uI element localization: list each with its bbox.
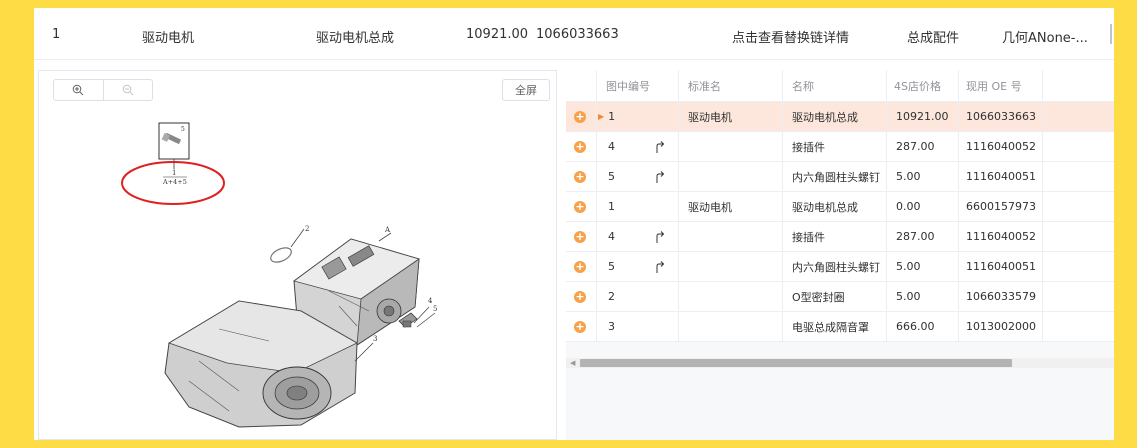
add-to-cart-icon[interactable]: + [574,260,586,273]
table-row[interactable]: +5 内六角圆柱头螺钉 5.00 1116040051 [566,162,1114,192]
label-part-3: 3 [373,335,377,343]
row-diagram-number: 1 [608,200,615,213]
row-standard-name: 驱动电机 [688,200,732,214]
row-oe-number: 6600157973 [966,200,1036,213]
row-oe-number: 1116040051 [966,170,1036,183]
row-name: 驱动电机总成 [792,200,858,214]
header-oe-number: 现用 OE 号 [966,79,1022,93]
add-to-cart-icon[interactable]: + [574,170,586,183]
row-name: 驱动电机总成 [792,110,858,124]
turn-up-arrow-icon[interactable] [654,140,666,154]
scroll-thumb[interactable] [580,359,1012,367]
scroll-left-icon[interactable]: ◀ [570,358,575,368]
turn-up-arrow-icon[interactable] [654,170,666,184]
parts-table-panel: 图中编号 标准名 名称 4S店价格 现用 OE 号 + ▶ 1 驱动电机 驱动电机总成 1… [566,70,1114,440]
label-part-5: 5 [433,305,437,313]
zoom-out-button[interactable] [102,80,153,100]
label-part-2: 2 [305,225,309,233]
summary-index: 1 [52,27,61,42]
summary-row[interactable]: 1 驱动电机 驱动电机总成 10921.00 1066033663 点击查看替换… [34,8,1114,60]
header-4s-price: 4S店价格 [894,79,941,93]
table-row[interactable]: + ▶ 1 驱动电机 驱动电机总成 10921.00 1066033663 [566,102,1114,132]
row-diagram-number: 4 [608,230,615,243]
header-standard-name: 标准名 [688,79,721,93]
row-price: 5.00 [896,290,921,303]
row-oe-number: 1116040051 [966,260,1036,273]
summary-brand: 几何ANone-... [1002,31,1088,46]
caret-right-icon: ▶ [598,112,605,121]
zoom-in-icon [72,84,84,96]
callout-index: 1 [172,169,176,177]
row-price: 287.00 [896,230,935,243]
row-price: 666.00 [896,320,935,333]
table-header: 图中编号 标准名 名称 4S店价格 现用 OE 号 [566,70,1114,102]
row-diagram-number: 5 [608,170,615,183]
header-name: 名称 [792,79,814,93]
zoom-out-icon [122,84,134,96]
callout-formula: A+4+5 [162,178,187,186]
add-to-cart-icon[interactable]: + [574,140,586,153]
table-row[interactable]: +5 内六角圆柱头螺钉 5.00 1116040051 [566,252,1114,282]
table-row[interactable]: +2 O型密封圈 5.00 1066033579 [566,282,1114,312]
row-standard-name: 驱动电机 [688,110,732,124]
row-diagram-number: 2 [608,290,615,303]
row-name: 接插件 [792,230,825,244]
label-part-a: A [384,226,391,234]
summary-name: 驱动电机总成 [316,31,395,46]
label-part-4: 4 [428,297,433,305]
summary-part-type: 总成配件 [907,31,960,46]
row-price: 5.00 [896,260,921,273]
summary-divider [1110,24,1112,44]
callout-top-label: 5 [181,126,185,133]
row-name: 内六角圆柱头螺钉 [792,170,880,184]
add-to-cart-icon[interactable]: + [574,110,586,123]
row-price: 10921.00 [896,110,949,123]
row-name: 接插件 [792,140,825,154]
table-row[interactable]: +4 接插件 287.00 1116040052 [566,222,1114,252]
replace-chain-link[interactable]: 点击查看替换链详情 [732,27,849,46]
zoom-controls [53,79,153,101]
add-to-cart-icon[interactable]: + [574,230,586,243]
header-diagram-number: 图中编号 [606,79,650,93]
row-price: 5.00 [896,170,921,183]
row-diagram-number: 1 [608,110,616,123]
zoom-in-button[interactable] [54,80,103,100]
row-name: O型密封圈 [792,290,845,304]
exploded-parts-diagram[interactable]: 5 1 A+4+5 2 A 4 5 3 [39,111,556,439]
table-row[interactable]: +4 接插件 287.00 1116040052 [566,132,1114,162]
fullscreen-button[interactable]: 全屏 [502,79,550,101]
row-price: 287.00 [896,140,935,153]
table-row[interactable]: +3 电驱总成隔音罩 666.00 1013002000 [566,312,1114,342]
row-price: 0.00 [896,200,921,213]
row-oe-number: 1066033663 [966,110,1036,123]
row-name: 电驱总成隔音罩 [792,320,869,334]
horizontal-scrollbar[interactable]: ◀ [566,358,1114,368]
parts-table: 图中编号 标准名 名称 4S店价格 现用 OE 号 + ▶ 1 驱动电机 驱动电机总成 1… [566,70,1114,342]
add-to-cart-icon[interactable]: + [574,200,586,213]
turn-up-arrow-icon[interactable] [654,260,666,274]
summary-price: 10921.00 [466,27,529,42]
summary-oe-number: 1066033663 [536,27,619,42]
app-frame: 1 驱动电机 驱动电机总成 10921.00 1066033663 点击查看替换… [34,8,1114,440]
row-diagram-number: 5 [608,260,615,273]
row-diagram-number: 3 [608,320,615,333]
turn-up-arrow-icon[interactable] [654,230,666,244]
o-ring-part[interactable]: 2 [268,225,309,265]
diagram-panel: 全屏 5 1 A+4+5 2 A 4 5 3 [38,70,557,440]
summary-standard-name: 驱动电机 [142,31,195,46]
add-to-cart-icon[interactable]: + [574,320,586,333]
row-name: 内六角圆柱头螺钉 [792,260,880,274]
row-diagram-number: 4 [608,140,615,153]
add-to-cart-icon[interactable]: + [574,290,586,303]
table-row[interactable]: +1 驱动电机 驱动电机总成 0.00 6600157973 [566,192,1114,222]
table-body: + ▶ 1 驱动电机 驱动电机总成 10921.00 1066033663 +4 接插件 287.… [566,102,1114,342]
row-oe-number: 1013002000 [966,320,1036,333]
row-oe-number: 1066033579 [966,290,1036,303]
row-oe-number: 1116040052 [966,230,1036,243]
callout-thumbnail[interactable]: 5 1 A+4+5 [158,122,190,186]
row-oe-number: 1116040052 [966,140,1036,153]
